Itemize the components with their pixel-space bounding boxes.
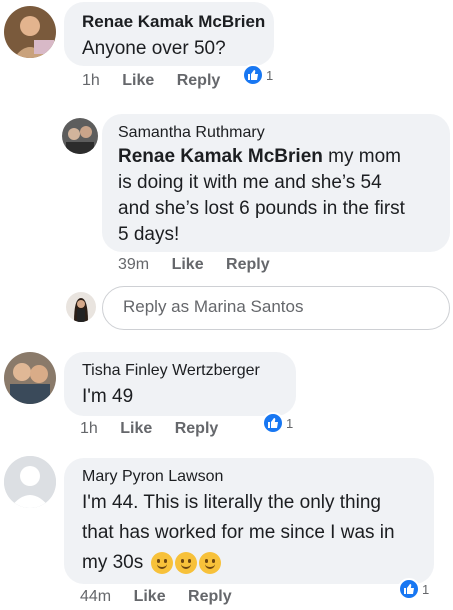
reaction-count[interactable]: 1: [398, 578, 429, 600]
thumbs-up-icon: [398, 578, 420, 600]
like-button[interactable]: Like: [134, 588, 166, 605]
comment-time[interactable]: 39m: [118, 256, 149, 273]
avatar[interactable]: [4, 352, 56, 404]
reply-button[interactable]: Reply: [175, 420, 219, 437]
avatar[interactable]: [4, 456, 56, 508]
comment-author[interactable]: Tisha Finley Wertzberger: [82, 362, 296, 380]
comment-bubble: Mary Pyron Lawson I'm 44. This is litera…: [64, 458, 434, 584]
avatar[interactable]: [62, 118, 98, 154]
comment-text: I'm 49: [82, 386, 134, 407]
comment-text: I'm 44. This is literally the only thing: [82, 492, 381, 513]
smile-emoji-icon: [150, 551, 173, 574]
comment-text: that has worked for me since I was in: [82, 522, 395, 543]
reply-button[interactable]: Reply: [177, 72, 221, 89]
comment-bubble: Tisha Finley Wertzberger I'm 49: [64, 352, 296, 416]
comment-text: 5 days!: [118, 224, 180, 245]
reply-input[interactable]: Reply as Marina Santos: [102, 286, 450, 330]
comment-author[interactable]: Samantha Ruthmary: [118, 124, 440, 142]
comment-author[interactable]: Mary Pyron Lawson: [82, 468, 426, 486]
reply-button[interactable]: Reply: [226, 256, 270, 273]
thumbs-up-icon: [262, 412, 284, 434]
comment-bubble: Samantha Ruthmary Renae Kamak McBrien my…: [102, 114, 450, 252]
comment-actions: 44m Like Reply: [80, 588, 250, 606]
mention-link[interactable]: Renae Kamak McBrien: [118, 146, 323, 167]
comment-actions: 39m Like Reply: [118, 256, 288, 274]
like-button[interactable]: Like: [120, 420, 152, 437]
reaction-count[interactable]: 1: [262, 412, 293, 434]
comment-bubble: Renae Kamak McBrien Anyone over 50?: [64, 2, 274, 66]
avatar[interactable]: [4, 6, 56, 58]
comment-actions: 1h Like Reply: [80, 420, 236, 438]
like-button[interactable]: Like: [172, 256, 204, 273]
comment-text: Renae Kamak McBrien my mom: [118, 146, 401, 167]
smile-emoji-icon: [174, 551, 197, 574]
comment-time[interactable]: 44m: [80, 588, 111, 605]
comment-time[interactable]: 1h: [80, 420, 98, 437]
reply-placeholder: Reply as Marina Santos: [123, 297, 304, 316]
comment-author[interactable]: Renae Kamak McBrien: [82, 12, 274, 32]
comment-text: Anyone over 50?: [82, 38, 226, 59]
comment-text: is doing it with me and she’s 54: [118, 172, 382, 193]
thumbs-up-icon: [242, 64, 264, 86]
avatar: [66, 292, 96, 322]
default-avatar-icon: [4, 456, 56, 508]
comment-text: and she’s lost 6 pounds in the first: [118, 198, 405, 219]
reaction-count[interactable]: 1: [242, 64, 273, 86]
smile-emoji-icon: [198, 551, 221, 574]
reply-button[interactable]: Reply: [188, 588, 232, 605]
comment-text: my 30s: [82, 550, 426, 576]
like-button[interactable]: Like: [122, 72, 154, 89]
comment-actions: 1h Like Reply: [82, 72, 238, 90]
comment-time[interactable]: 1h: [82, 72, 100, 89]
